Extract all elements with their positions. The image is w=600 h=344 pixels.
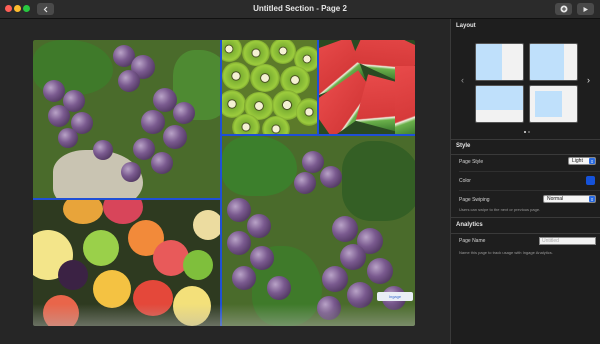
grape-shape xyxy=(340,244,366,270)
grape-shape xyxy=(43,80,65,102)
row-separator xyxy=(459,171,600,172)
kiwi-slice-shape xyxy=(222,40,242,62)
layout-divider[interactable] xyxy=(222,134,415,136)
kiwi-slice-shape xyxy=(222,62,250,90)
chevron-left-icon[interactable]: ‹ xyxy=(461,75,464,85)
fruit-shape xyxy=(183,250,213,280)
layout-cell xyxy=(535,91,562,117)
dropdown-caret-icon: ⇕ xyxy=(589,158,595,164)
add-button[interactable] xyxy=(555,3,572,15)
grape-shape xyxy=(267,276,291,300)
kiwi-slice-shape xyxy=(250,64,280,92)
kiwi-slice-shape xyxy=(270,40,296,64)
image-tile-grapes-top-left[interactable] xyxy=(33,40,220,198)
section-separator xyxy=(451,154,600,155)
page-style-value: Light xyxy=(572,158,583,164)
analytics-section-title: Analytics xyxy=(456,222,483,228)
section-separator xyxy=(451,233,600,234)
dropdown-caret-icon: ⇕ xyxy=(589,196,595,202)
grape-shape xyxy=(163,125,187,149)
leaf-shape xyxy=(342,141,415,221)
layout-option-1[interactable] xyxy=(475,43,524,81)
leaf-shape xyxy=(222,136,297,196)
grape-shape xyxy=(294,172,316,194)
layout-divider[interactable] xyxy=(220,40,222,326)
grape-shape xyxy=(320,166,342,188)
grape-shape xyxy=(227,198,251,222)
color-swatch[interactable] xyxy=(586,176,595,185)
page-style-select[interactable]: Light ⇕ xyxy=(568,157,596,165)
grape-shape xyxy=(367,258,393,284)
play-button[interactable] xyxy=(577,3,594,15)
fruit-shape xyxy=(58,260,88,290)
fruit-shape xyxy=(93,270,131,308)
layout-cell xyxy=(476,86,523,110)
page-dot-1[interactable] xyxy=(524,131,526,133)
layout-option-2[interactable] xyxy=(529,43,578,81)
layout-option-3[interactable] xyxy=(475,85,524,123)
grape-shape xyxy=(302,151,324,173)
page-name-placeholder: Untitled xyxy=(542,238,559,244)
grape-shape xyxy=(332,216,358,242)
grape-shape xyxy=(141,110,165,134)
layout-page-dots[interactable] xyxy=(524,131,532,134)
page-swiping-label: Page Swiping xyxy=(459,197,490,203)
page-name-input[interactable]: Untitled xyxy=(539,237,596,245)
play-icon xyxy=(583,6,588,12)
fruit-shape xyxy=(193,210,220,240)
fruit-shape xyxy=(83,230,119,266)
page-preview[interactable]: Ingage xyxy=(33,40,415,326)
grape-shape xyxy=(151,152,173,174)
watermelon-slice-shape xyxy=(395,66,415,134)
grape-shape xyxy=(121,162,141,182)
page-name-help: Name this page to track usage with Ingag… xyxy=(459,250,553,255)
grape-shape xyxy=(58,128,78,148)
title-bar: Untitled Section - Page 2 xyxy=(0,0,600,19)
ingage-watermark: Ingage xyxy=(377,292,413,301)
page-swiping-help: Users can swipe to the next or previous … xyxy=(459,207,541,212)
grape-shape xyxy=(93,140,113,160)
style-section-title: Style xyxy=(456,143,471,149)
layout-cell xyxy=(530,44,564,80)
kiwi-slice-shape xyxy=(232,114,260,134)
page-bottom-fade xyxy=(33,304,415,326)
fruit-shape xyxy=(63,200,103,224)
section-separator xyxy=(451,217,600,218)
layout-divider[interactable] xyxy=(33,198,220,200)
image-tile-watermelon[interactable] xyxy=(319,40,415,134)
color-label: Color xyxy=(459,178,471,184)
inspector-sidebar: Layout ‹ › Style Page Style Light ⇕ Colo… xyxy=(450,19,600,344)
grape-shape xyxy=(247,214,271,238)
chevron-right-icon[interactable]: › xyxy=(587,75,590,85)
page-style-label: Page Style xyxy=(459,159,484,165)
page-swiping-select[interactable]: Normal ⇕ xyxy=(543,195,596,203)
kiwi-slice-shape xyxy=(296,98,317,126)
layout-divider[interactable] xyxy=(317,40,319,134)
image-tile-kiwi[interactable] xyxy=(222,40,317,134)
window-title: Untitled Section - Page 2 xyxy=(253,4,347,13)
grape-shape xyxy=(232,266,256,290)
plus-circle-icon xyxy=(560,5,567,13)
grape-shape xyxy=(227,231,251,255)
fruit-shape xyxy=(103,200,143,224)
page-swiping-value: Normal xyxy=(547,196,564,202)
grape-shape xyxy=(118,70,140,92)
section-separator xyxy=(451,139,600,140)
grape-shape xyxy=(173,102,195,124)
page-name-label: Page Name xyxy=(459,238,486,244)
grape-shape xyxy=(322,266,348,292)
row-separator xyxy=(459,190,600,191)
grape-shape xyxy=(48,105,70,127)
page-dot-2[interactable] xyxy=(528,131,530,133)
canvas-area: Ingage xyxy=(0,19,450,344)
layout-option-4[interactable] xyxy=(529,85,578,123)
kiwi-slice-shape xyxy=(242,40,270,66)
layout-cell xyxy=(476,44,502,80)
grape-shape xyxy=(250,246,274,270)
layout-section-title: Layout xyxy=(456,23,476,29)
